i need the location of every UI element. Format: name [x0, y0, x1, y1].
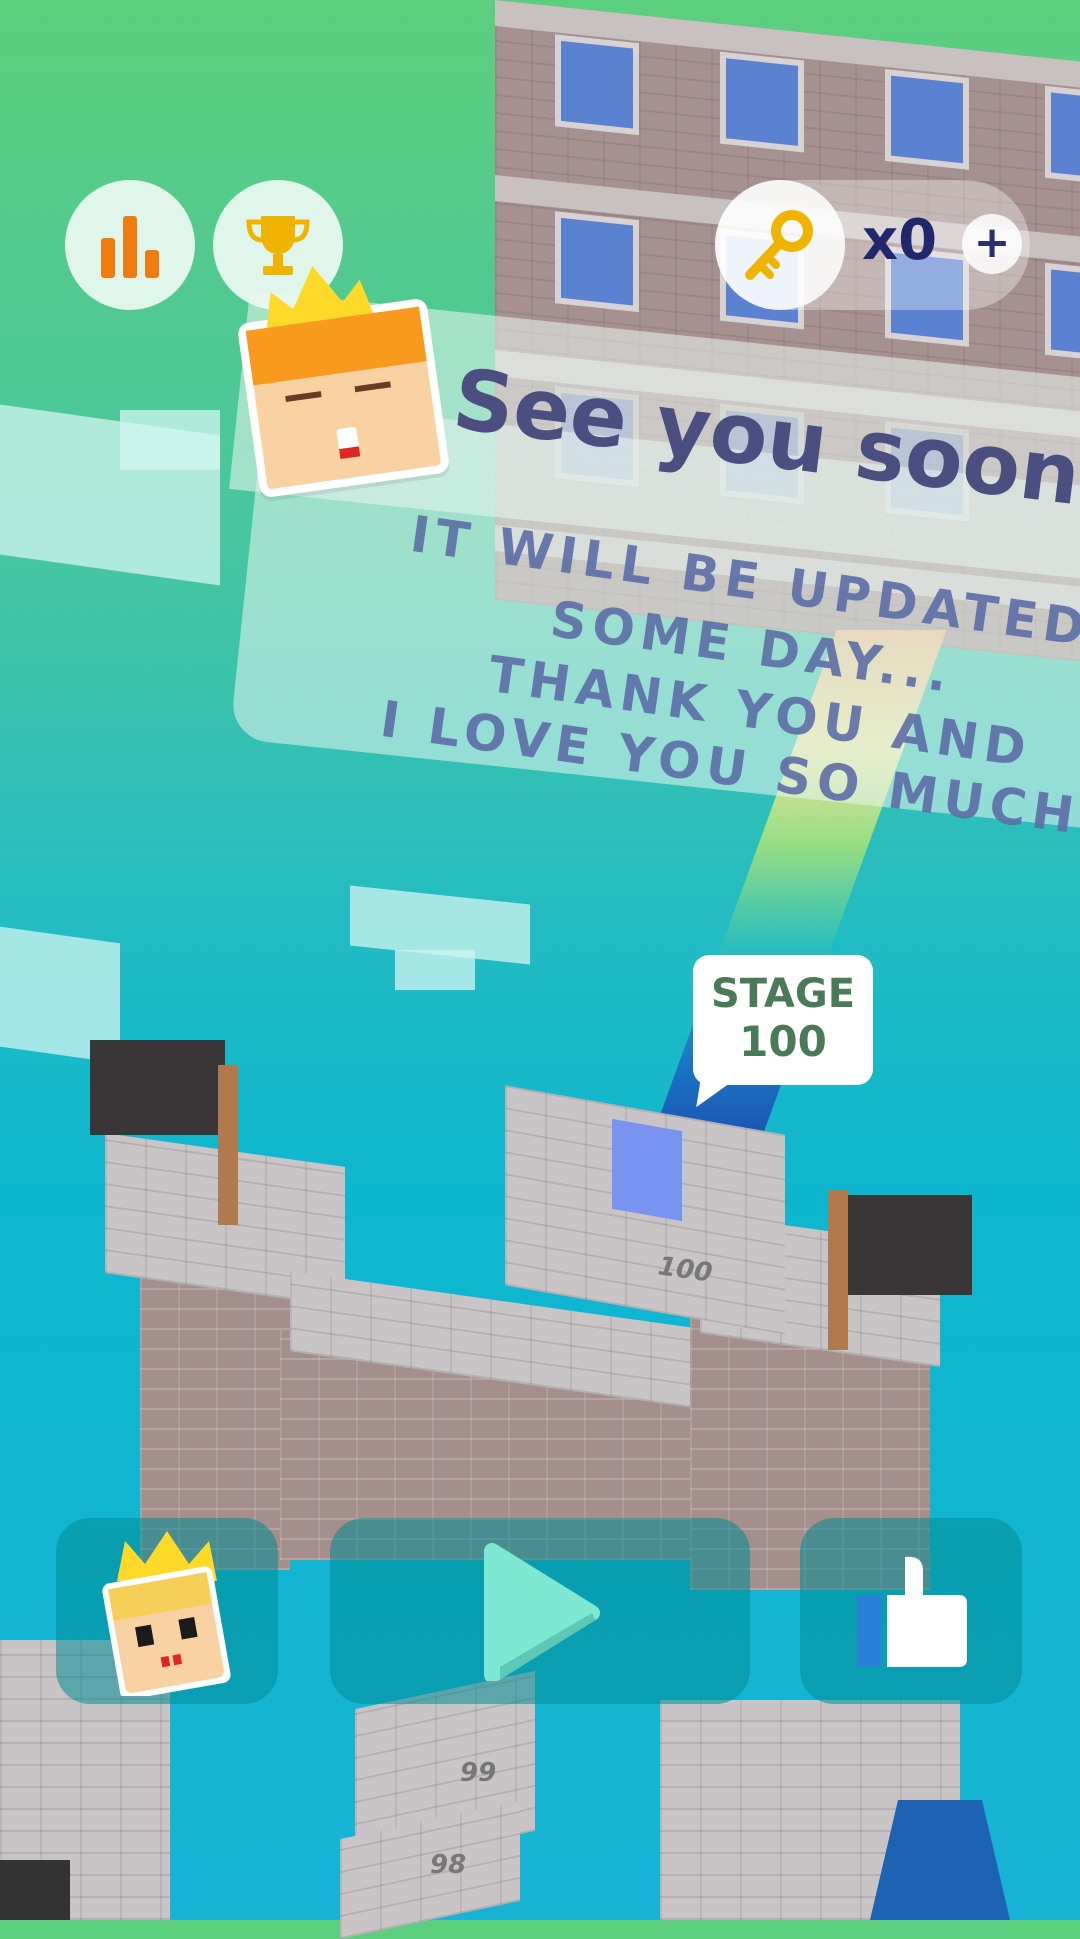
cloud	[395, 950, 475, 990]
play-button[interactable]	[330, 1518, 750, 1704]
key-count: x0	[862, 208, 938, 273]
flag-left	[90, 1040, 225, 1135]
flag-pole-right	[828, 1190, 848, 1350]
cloud	[120, 410, 220, 470]
bar-chart-icon	[101, 216, 159, 278]
stage-bubble: STAGE 100	[693, 955, 873, 1085]
sleeping-king-avatar	[236, 266, 451, 499]
stage-label: STAGE	[710, 971, 856, 1017]
flag-right	[842, 1195, 972, 1295]
character-button[interactable]	[56, 1518, 278, 1704]
step-number: 98	[430, 1850, 467, 1880]
player-block	[612, 1118, 682, 1222]
stage-number: 100	[739, 1017, 827, 1066]
flag-pole-left	[218, 1065, 238, 1225]
add-keys-button[interactable]: +	[962, 214, 1022, 274]
thumbs-up-icon	[857, 1556, 967, 1667]
leaderboard-button[interactable]	[65, 180, 195, 310]
key-badge	[715, 180, 845, 310]
step-number: 99	[460, 1758, 497, 1788]
like-button[interactable]	[800, 1518, 1022, 1704]
king-character-icon	[102, 1531, 231, 1696]
key-icon	[745, 210, 813, 280]
dark-block	[0, 1860, 70, 1920]
play-icon	[484, 1543, 600, 1681]
